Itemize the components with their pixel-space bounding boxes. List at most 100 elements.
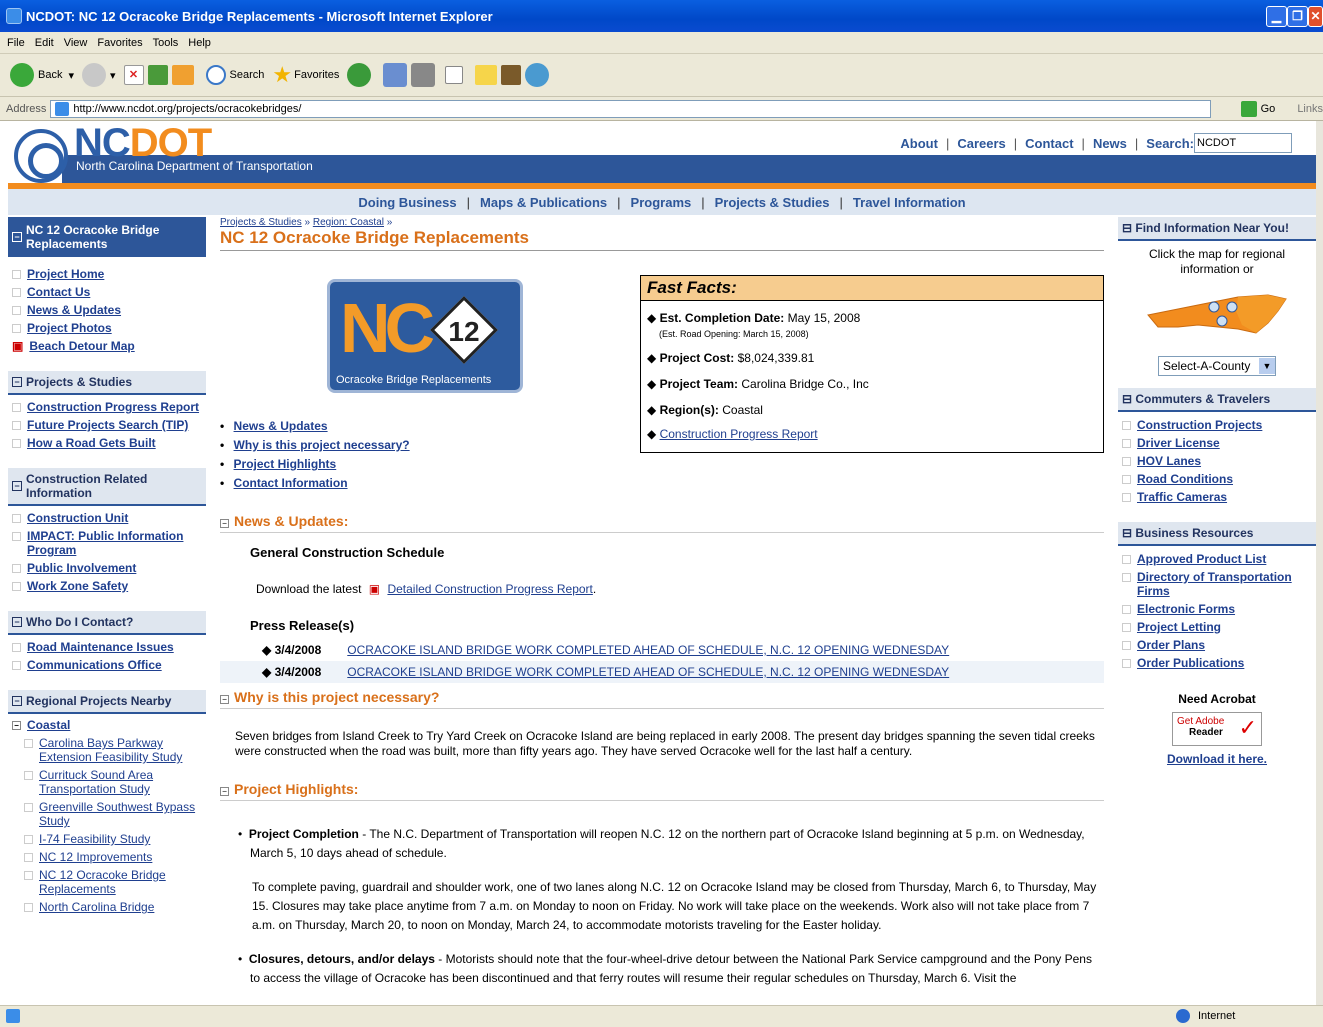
ncdot-wordmark[interactable]: NCDOT [74, 121, 212, 166]
go-arrow-icon[interactable] [1240, 100, 1257, 117]
right-item-driver-license[interactable]: Driver License [1118, 436, 1316, 450]
sidebar-item-project-photos[interactable]: Project Photos [12, 321, 206, 335]
sidebar-item-road-maintenance[interactable]: Road Maintenance Issues [12, 640, 206, 654]
mail-icon[interactable] [383, 63, 408, 87]
link-news[interactable]: News [1093, 136, 1127, 151]
right-item-order-publications[interactable]: Order Publications [1118, 656, 1316, 670]
project-title-box[interactable]: − NC 12 Ocracoke Bridge Replacements [8, 217, 206, 257]
menu-tools[interactable]: Tools [153, 37, 179, 49]
sidebar-item-beach-detour-map[interactable]: ▣ Beach Detour Map [12, 339, 206, 353]
sidebar-item-impact[interactable]: IMPACT: Public Information Program [12, 529, 206, 557]
right-item-hov-lanes[interactable]: HOV Lanes [1118, 454, 1316, 468]
history-icon[interactable] [347, 63, 372, 87]
toc-news-updates[interactable]: News & Updates [234, 419, 328, 433]
sidebar-item-how-road-built[interactable]: How a Road Gets Built [12, 436, 206, 450]
right-item-directory-firms[interactable]: Directory of Transportation Firms [1118, 570, 1316, 598]
regional-item-nc12-ocracoke[interactable]: NC 12 Ocracoke Bridge Replacements [12, 868, 206, 896]
facts-report-link[interactable]: Construction Progress Report [660, 427, 818, 441]
edit-word-icon[interactable] [445, 66, 464, 84]
discuss-icon[interactable] [475, 65, 498, 85]
refresh-icon[interactable] [147, 65, 168, 85]
right-item-approved-products[interactable]: Approved Product List [1118, 552, 1316, 566]
link-careers[interactable]: Careers [957, 136, 1005, 151]
go-button[interactable]: Go [1261, 103, 1276, 115]
business-heading[interactable]: ⊟ Business Resources [1118, 522, 1316, 546]
right-item-electronic-forms[interactable]: Electronic Forms [1118, 602, 1316, 616]
link-contact[interactable]: Contact [1025, 136, 1073, 151]
crumb-projects-studies[interactable]: Projects & Studies [220, 217, 302, 228]
site-search-input[interactable]: NCDOT [1194, 133, 1292, 153]
sidebar-item-project-home[interactable]: Project Home [12, 267, 206, 281]
section-who-contact[interactable]: − Who Do I Contact? [8, 611, 206, 635]
sidebar-item-future-projects[interactable]: Future Projects Search (TIP) [12, 418, 206, 432]
menu-view[interactable]: View [64, 37, 88, 49]
sidebar-item-public-involvement[interactable]: Public Involvement [12, 561, 206, 575]
menu-file[interactable]: File [7, 37, 25, 49]
download-report-link[interactable]: Detailed Construction Progress Report [387, 582, 592, 596]
sidebar-item-news-updates[interactable]: News & Updates [12, 303, 206, 317]
regional-item-currituck[interactable]: Currituck Sound Area Transportation Stud… [12, 768, 206, 796]
adobe-reader-badge[interactable]: Get Adobe Reader ✓ [1172, 712, 1262, 746]
search-button[interactable]: Search [205, 65, 264, 85]
favorites-button[interactable]: ★ Favorites [272, 62, 339, 88]
section-regional-projects[interactable]: − Regional Projects Nearby [8, 690, 206, 714]
page-viewport: North Carolina Department of Transportat… [0, 121, 1316, 1005]
links-button[interactable]: Links [1297, 103, 1323, 115]
section-construction-info[interactable]: − Construction Related Information [8, 468, 206, 506]
nav-programs[interactable]: Programs [631, 195, 692, 210]
highlights-heading[interactable]: − Project Highlights: [220, 781, 1104, 801]
address-input[interactable]: http://www.ncdot.org/projects/ocracokebr… [50, 99, 1211, 118]
close-button[interactable]: ✕ [1308, 6, 1323, 27]
sidebar-item-construction-unit[interactable]: Construction Unit [12, 511, 206, 525]
maximize-button[interactable]: ❐ [1287, 6, 1308, 27]
regional-item-carolina-bays[interactable]: Carolina Bays Parkway Extension Feasibil… [12, 736, 206, 764]
press-link[interactable]: OCRACOKE ISLAND BRIDGE WORK COMPLETED AH… [347, 643, 949, 657]
vertical-scrollbar[interactable] [1316, 121, 1323, 1005]
menu-help[interactable]: Help [188, 37, 211, 49]
minimize-button[interactable]: ▁ [1266, 6, 1287, 27]
news-heading[interactable]: − News & Updates: [220, 513, 1104, 533]
print-icon[interactable] [411, 63, 436, 87]
right-item-order-plans[interactable]: Order Plans [1118, 638, 1316, 652]
menu-edit[interactable]: Edit [35, 37, 54, 49]
nav-travel-information[interactable]: Travel Information [853, 195, 966, 210]
browser-toolbar: Back ▾ ▾ ✕ Search ★ Favorites [0, 54, 1323, 97]
sidebar-item-construction-progress-report[interactable]: Construction Progress Report [12, 400, 206, 414]
find-info-heading[interactable]: ⊟ Find Information Near You! [1118, 217, 1316, 241]
sidebar-item-work-zone-safety[interactable]: Work Zone Safety [12, 579, 206, 593]
link-about[interactable]: About [900, 136, 938, 151]
nav-projects-studies[interactable]: Projects & Studies [715, 195, 830, 210]
right-item-project-letting[interactable]: Project Letting [1118, 620, 1316, 634]
sidebar-item-communications-office[interactable]: Communications Office [12, 658, 206, 672]
why-heading[interactable]: − Why is this project necessary? [220, 689, 1104, 709]
back-button[interactable]: Back ▾ [10, 63, 74, 87]
regional-item-greenville[interactable]: Greenville Southwest Bypass Study [12, 800, 206, 828]
toc-highlights[interactable]: Project Highlights [234, 457, 337, 471]
research-icon[interactable] [501, 65, 522, 85]
forward-button[interactable]: ▾ [82, 63, 116, 87]
nav-maps-publications[interactable]: Maps & Publications [480, 195, 607, 210]
nav-doing-business[interactable]: Doing Business [358, 195, 456, 210]
region-coastal[interactable]: − Coastal [12, 718, 206, 732]
acrobat-download-link[interactable]: Download it here. [1118, 752, 1316, 766]
ncdot-logo-icon[interactable] [14, 129, 68, 183]
sidebar-item-contact-us[interactable]: Contact Us [12, 285, 206, 299]
regional-item-i74[interactable]: I-74 Feasibility Study [12, 832, 206, 846]
crumb-region-coastal[interactable]: Region: Coastal [313, 217, 384, 228]
regional-item-nc12-improvements[interactable]: NC 12 Improvements [12, 850, 206, 864]
commuters-heading[interactable]: ⊟ Commuters & Travelers [1118, 388, 1316, 412]
menu-favorites[interactable]: Favorites [97, 37, 142, 49]
nc-map-icon[interactable] [1118, 281, 1316, 341]
toc-why-necessary[interactable]: Why is this project necessary? [234, 438, 410, 452]
stop-icon[interactable]: ✕ [123, 65, 144, 85]
toc-contact-info[interactable]: Contact Information [234, 476, 348, 490]
home-icon[interactable] [171, 65, 194, 85]
right-item-traffic-cameras[interactable]: Traffic Cameras [1118, 490, 1316, 504]
press-link[interactable]: OCRACOKE ISLAND BRIDGE WORK COMPLETED AH… [347, 665, 949, 679]
right-item-construction-projects[interactable]: Construction Projects [1118, 418, 1316, 432]
section-projects-studies[interactable]: − Projects & Studies [8, 371, 206, 395]
regional-item-nc-bridge[interactable]: North Carolina Bridge [12, 900, 206, 914]
county-select[interactable]: Select-A-County ▼ [1158, 356, 1276, 376]
messenger-icon[interactable] [525, 63, 550, 87]
right-item-road-conditions[interactable]: Road Conditions [1118, 472, 1316, 486]
